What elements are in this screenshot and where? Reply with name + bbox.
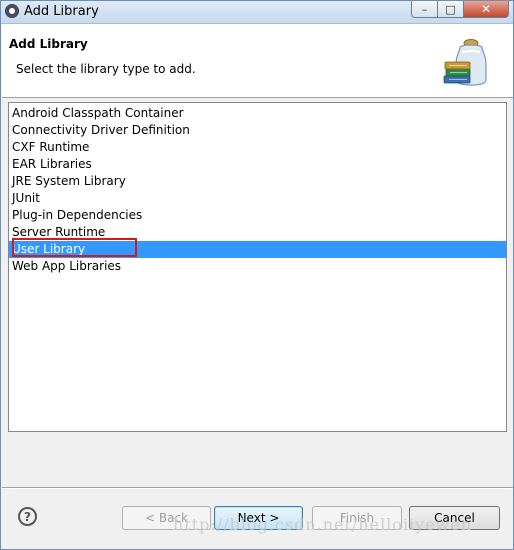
- window-title: Add Library: [24, 4, 99, 19]
- close-icon: ✕: [480, 2, 492, 16]
- list-item[interactable]: JUnit: [9, 190, 506, 207]
- maximize-icon: □: [445, 2, 456, 16]
- list-item[interactable]: Web App Libraries: [9, 258, 506, 275]
- library-jar-icon: [443, 39, 487, 86]
- next-button[interactable]: Next >: [214, 506, 303, 530]
- list-item[interactable]: Android Classpath Container: [9, 105, 506, 122]
- cancel-button[interactable]: Cancel: [409, 506, 500, 530]
- list-item[interactable]: Connectivity Driver Definition: [9, 122, 506, 139]
- list-item[interactable]: Plug-in Dependencies: [9, 207, 506, 224]
- page-title: Add Library: [9, 37, 88, 51]
- list-item[interactable]: JRE System Library: [9, 173, 506, 190]
- page-description: Select the library type to add.: [16, 62, 196, 76]
- minimize-icon: –: [421, 2, 428, 16]
- wizard-header: Add Library Select the library type to a…: [2, 24, 513, 98]
- add-library-dialog: Add Library – □ ✕ Add Library Select the…: [0, 0, 514, 550]
- list-item[interactable]: Server Runtime: [9, 224, 506, 241]
- library-type-list[interactable]: Android Classpath Container Connectivity…: [8, 102, 507, 432]
- list-item-selected[interactable]: User Library: [9, 241, 506, 258]
- list-item[interactable]: CXF Runtime: [9, 139, 506, 156]
- close-button[interactable]: ✕: [464, 1, 509, 18]
- help-button[interactable]: ?: [18, 507, 37, 526]
- window-controls: – □ ✕: [411, 1, 509, 19]
- list-item[interactable]: EAR Libraries: [9, 156, 506, 173]
- back-button[interactable]: < Back: [122, 506, 211, 530]
- maximize-button[interactable]: □: [438, 1, 464, 18]
- footer-divider: [2, 487, 513, 489]
- help-icon: ?: [24, 509, 31, 524]
- minimize-button[interactable]: –: [411, 1, 438, 18]
- finish-button[interactable]: Finish: [312, 506, 402, 530]
- eclipse-icon: [5, 4, 19, 18]
- title-bar[interactable]: Add Library – □ ✕: [1, 1, 513, 24]
